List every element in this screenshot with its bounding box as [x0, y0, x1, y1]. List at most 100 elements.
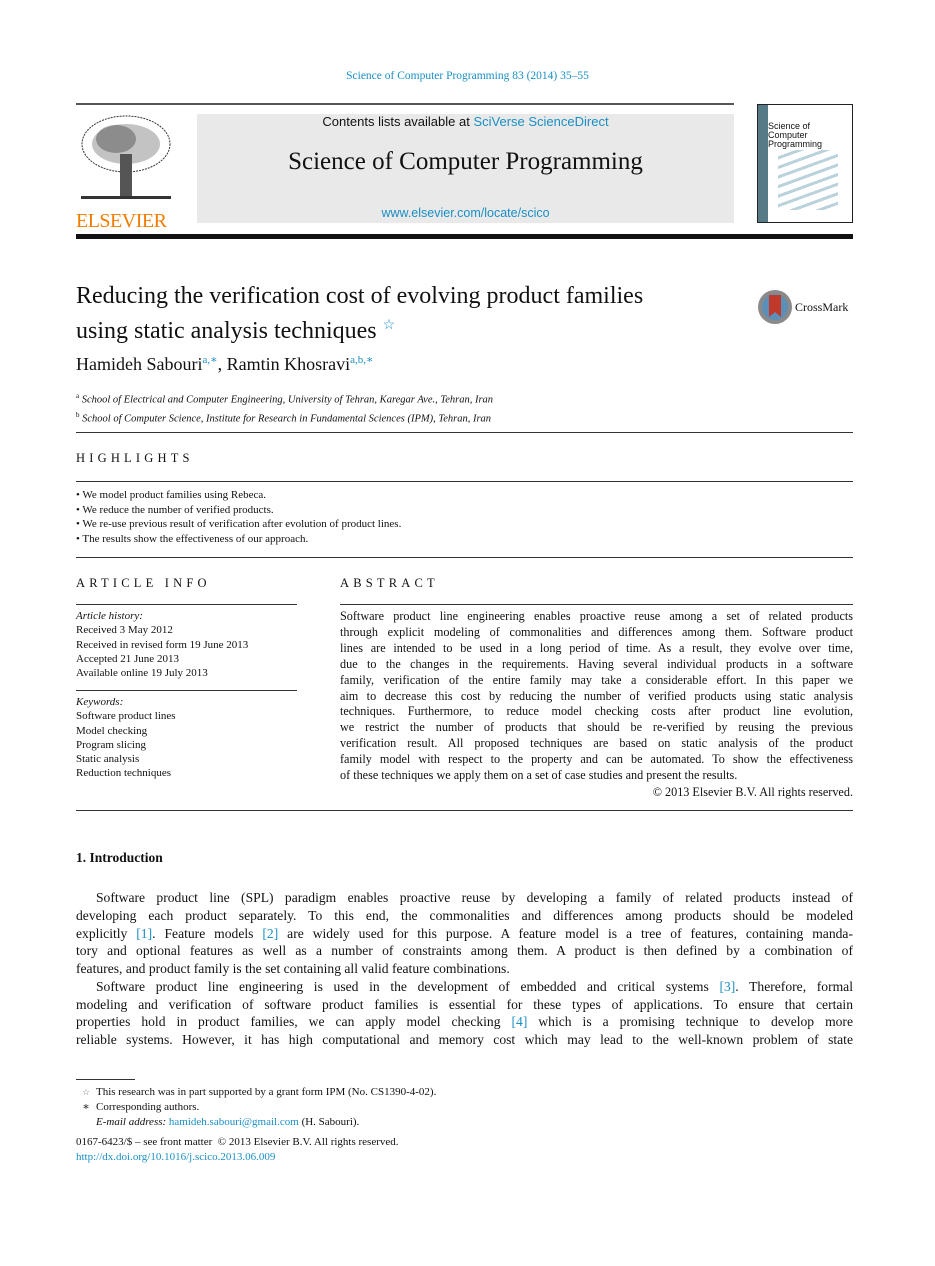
intro-body: Software product line (SPL) paradigm ena… — [76, 889, 853, 1049]
paragraph-line: modeling and verification of software pr… — [76, 996, 853, 1014]
text-run: . Feature models — [152, 925, 263, 941]
star-mark: ☆ — [81, 1087, 91, 1097]
title-line: Reducing the verification cost of evolvi… — [76, 283, 644, 309]
affiliation-sup: a — [76, 392, 80, 400]
footnote-rule — [76, 1079, 135, 1080]
citation-link[interactable]: [3] — [719, 979, 735, 994]
text-run: properties hold in product families, we … — [76, 1014, 512, 1030]
elsevier-wordmark: ELSEVIER — [76, 210, 167, 232]
highlight-item: • The results show the effectiveness of … — [76, 532, 309, 545]
abstract-line: of these techniques we apply them on a s… — [340, 768, 738, 783]
title-line: using static analysis techniques — [76, 318, 377, 344]
crossmark-label: CrossMark — [795, 299, 849, 314]
abstract-line: through explicit modeling of commonaliti… — [340, 624, 853, 639]
affiliation-sup: b — [76, 410, 80, 419]
keyword: Static analysis — [76, 753, 140, 766]
divider — [76, 604, 297, 605]
email-link[interactable]: hamideh.sabouri@gmail.com — [169, 1116, 299, 1128]
paragraph-line: developing each product separately. To t… — [76, 907, 853, 925]
paragraph-line: tory and optional features as well as a … — [76, 942, 853, 960]
abstract-line: Software product line engineering enable… — [340, 609, 853, 623]
paragraph-line: explicitly [1]. Feature models [2] are w… — [76, 925, 853, 943]
text-run: Software product line engineering is use… — [96, 978, 720, 994]
author-sup[interactable]: a,∗ — [202, 354, 217, 366]
asterisk-mark: ∗ — [82, 1101, 90, 1113]
journal-cover: Science of Computer Programming — [757, 104, 853, 223]
journal-title: Science of Computer Programming — [288, 148, 643, 175]
affiliation: School of Electrical and Computer Engine… — [81, 394, 494, 406]
crossmark-icon — [758, 290, 792, 324]
divider — [76, 690, 297, 691]
abstract-line: aim to decrease this cost by reducing th… — [340, 688, 853, 703]
highlights-list: • We model product families using Rebeca… — [76, 488, 401, 546]
citation-link[interactable]: [1] — [136, 926, 152, 941]
running-head[interactable]: Science of Computer Programming 83 (2014… — [0, 70, 935, 82]
divider — [76, 432, 853, 433]
keywords: Keywords: Software product lines Model c… — [76, 695, 176, 781]
abstract-line: due to the changes in the requirements. … — [340, 656, 853, 671]
abstract-line: verification result. All proposed techni… — [340, 736, 853, 751]
article-history: Article history: Received 3 May 2012 Rec… — [76, 609, 248, 680]
highlight-text: The results show the effectiveness of ou… — [82, 532, 309, 545]
text-run: features, and product family is the set … — [76, 961, 510, 976]
highlight-text: We reduce the number of verified product… — [82, 503, 274, 516]
keyword: Software product lines — [76, 710, 176, 723]
history-item: Available online 19 July 2013 — [76, 667, 208, 680]
divider — [340, 604, 853, 605]
article-info-heading: ARTICLE INFO — [76, 576, 211, 590]
history-item: Accepted 21 June 2013 — [76, 652, 179, 665]
keyword: Reduction techniques — [76, 767, 172, 780]
abstract-body: Software product line engineering enable… — [340, 609, 853, 784]
paragraph-line: properties hold in product families, we … — [76, 1013, 853, 1031]
section-heading: 1. Introduction — [76, 850, 163, 865]
author-sup[interactable]: a,b,∗ — [350, 354, 373, 366]
abstract-line: family model with respect to the propert… — [340, 752, 853, 767]
text-run: Software product line (SPL) paradigm ena… — [96, 890, 853, 905]
affiliation: School of Computer Science, Institute fo… — [82, 413, 492, 424]
abstract-line: family, verification of the entire famil… — [340, 672, 853, 687]
star-footnote-mark[interactable]: ☆ — [383, 318, 396, 333]
highlight-text: We re-use previous result of verificatio… — [82, 518, 402, 530]
text-run: . Therefore, formal — [735, 978, 853, 994]
contents-label: Contents lists available at — [322, 114, 474, 129]
footnote-text: Corresponding authors. — [96, 1101, 200, 1113]
highlight-item: • We reduce the number of verified produ… — [76, 503, 274, 516]
text-run: which is a promising technique to develo… — [527, 1014, 853, 1030]
divider — [76, 234, 853, 239]
author-name: Ramtin Khosravi — [226, 354, 351, 374]
text-run: modeling and verification of software pr… — [76, 996, 853, 1012]
article-title: Reducing the verification cost of evolvi… — [76, 282, 643, 346]
abstract-heading: ABSTRACT — [340, 576, 439, 590]
crossmark-button[interactable]: CrossMark — [757, 289, 848, 325]
journal-url[interactable]: www.elsevier.com/locate/scico — [197, 206, 734, 220]
text-run: developing each product separately. To t… — [76, 907, 853, 923]
highlight-item: • We model product families using Rebeca… — [76, 489, 267, 501]
citation-link[interactable]: [2] — [262, 926, 278, 941]
doi-link[interactable]: http://dx.doi.org/10.1016/j.scico.2013.0… — [76, 1150, 436, 1165]
text-run: explicitly — [76, 925, 137, 941]
masthead: Contents lists available at SciVerse Sci… — [197, 114, 734, 223]
citation-link[interactable]: [4] — [512, 1014, 528, 1029]
affiliations: a School of Electrical and Computer Engi… — [76, 389, 493, 426]
abstract-line: techniques. Furthermore, to reduce model… — [340, 704, 853, 719]
author-name: Hamideh Sabouri — [76, 354, 203, 374]
paragraph-line: Software product line (SPL) paradigm ena… — [76, 889, 853, 907]
text-run: tory and optional features as well as a … — [76, 943, 853, 959]
sciencedirect-link[interactable]: SciVerse ScienceDirect — [473, 114, 608, 129]
divider — [76, 810, 853, 811]
abstract-line: lines are intended to be used in a long … — [340, 640, 853, 655]
paragraph-line: reliable systems. However, it has high c… — [76, 1031, 853, 1049]
footnotes: ☆ This research was in part supported by … — [76, 1085, 436, 1165]
highlight-item: • We re-use previous result of verificat… — [76, 518, 402, 530]
cover-title: Science of Computer Programming — [768, 121, 823, 149]
authors: Hamideh Sabouria,∗, Ramtin Khosravia,b,∗ — [76, 354, 374, 374]
history-item: Received in revised form 19 June 2013 — [76, 638, 249, 651]
elsevier-logo: ELSEVIER — [76, 114, 176, 231]
highlights-heading: HIGHLIGHTS — [76, 451, 194, 465]
history-label: Article history: — [76, 610, 143, 622]
divider — [76, 103, 734, 105]
history-item: Received 3 May 2012 — [76, 624, 173, 637]
highlight-text: We model product families using Rebeca. — [82, 489, 267, 501]
issn: 0167-6423/$ – see front matter © 2013 El… — [76, 1136, 399, 1148]
text-run: reliable systems. However, it has high c… — [76, 1032, 853, 1047]
